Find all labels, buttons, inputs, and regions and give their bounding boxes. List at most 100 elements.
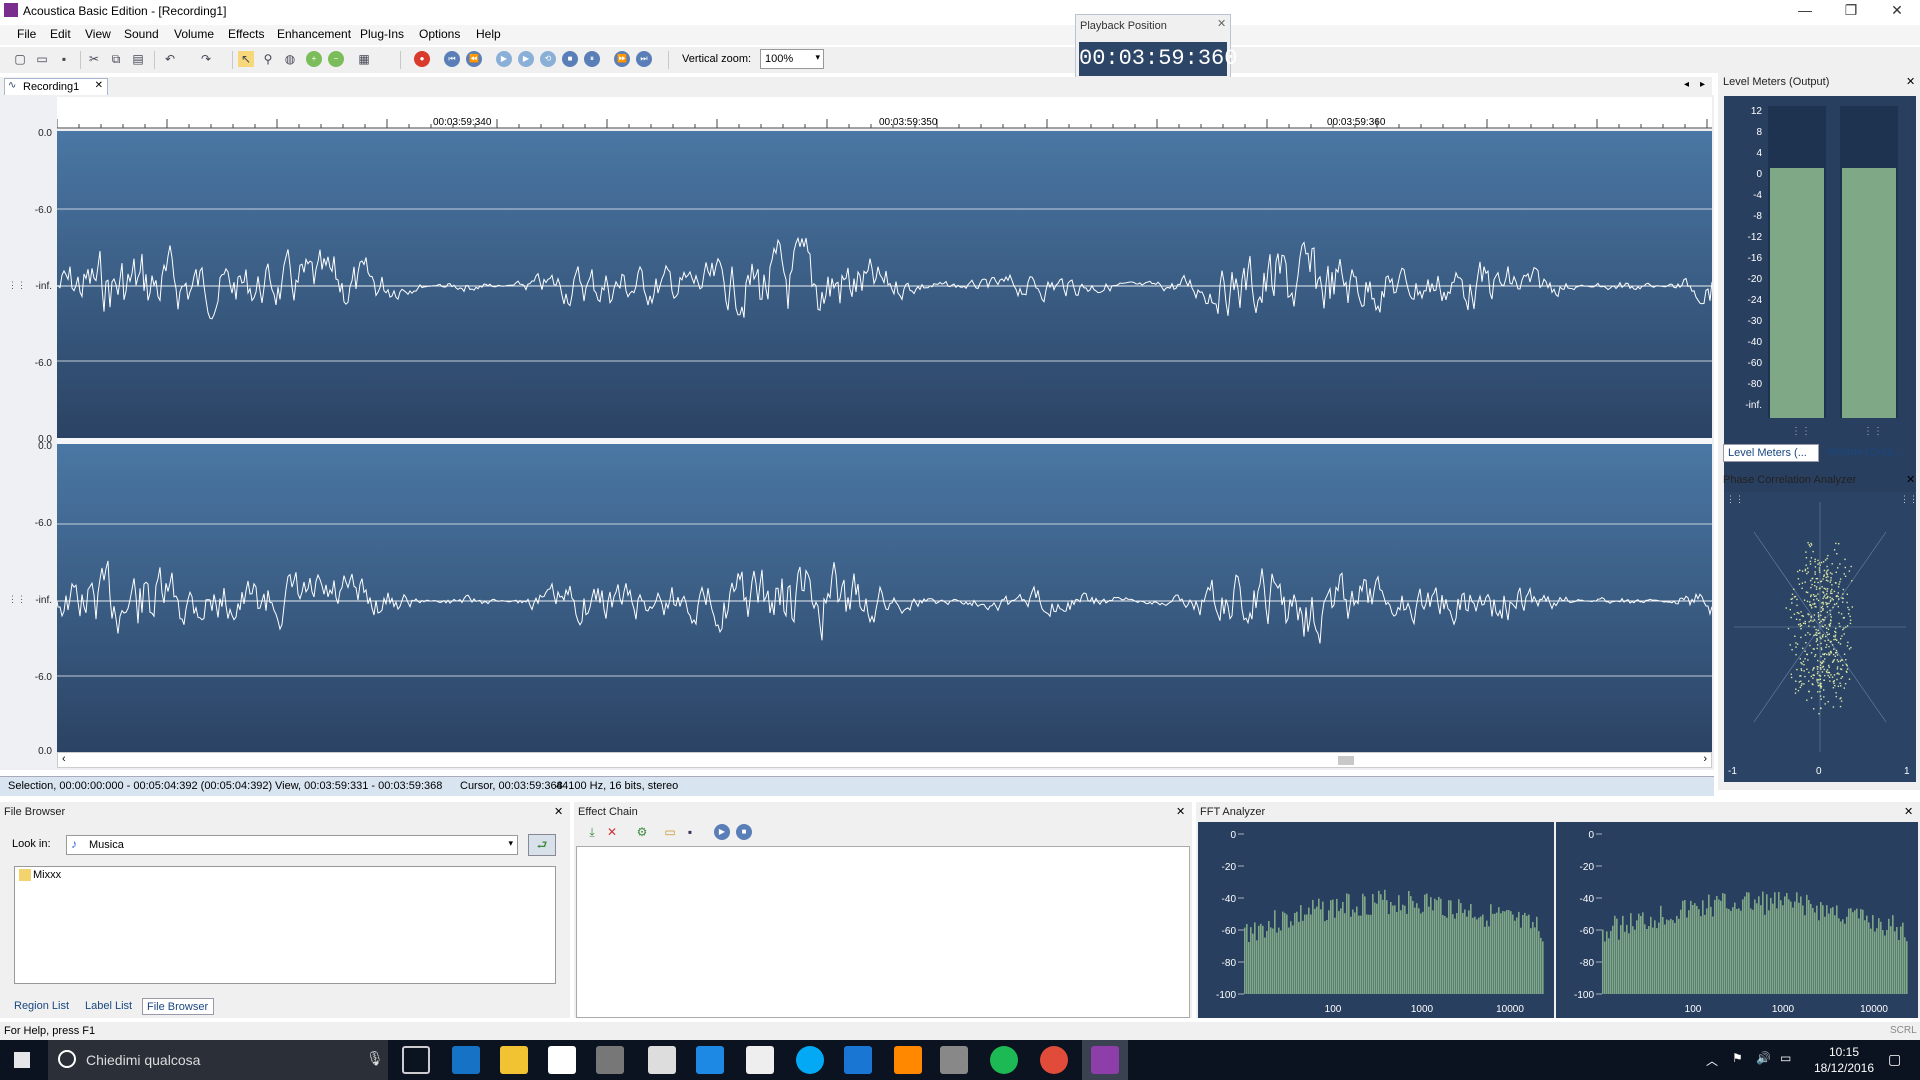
effect-settings-icon[interactable]: ⚙ xyxy=(634,824,650,840)
play-preview-icon[interactable]: ▶ xyxy=(714,824,730,840)
grid-view-icon[interactable]: ▦ xyxy=(356,51,372,67)
tray-network-icon[interactable]: ⚑ xyxy=(1732,1051,1743,1065)
record-icon[interactable]: ● xyxy=(414,51,430,67)
edge-browser-icon[interactable] xyxy=(452,1046,480,1074)
close-icon[interactable]: ✕ xyxy=(1217,17,1226,30)
go-to-end-icon[interactable]: ⏭ xyxy=(636,51,652,67)
microphone-icon[interactable]: 🎙 xyxy=(366,1050,384,1067)
right-meter-handle-icon[interactable]: ⋮⋮ xyxy=(1863,426,1883,437)
look-in-select[interactable]: ♪ Musica ▾ xyxy=(66,835,518,855)
windows-start-icon[interactable] xyxy=(14,1052,30,1068)
acoustica-taskbar-button[interactable] xyxy=(1082,1040,1128,1080)
menu-help[interactable]: Help xyxy=(476,27,501,41)
channel1-handle-icon[interactable]: ⋮⋮ xyxy=(8,280,26,291)
close-tab-icon[interactable]: ✕ xyxy=(95,80,103,91)
waveform-channel-right[interactable] xyxy=(57,444,1712,752)
fast-forward-icon[interactable]: ⏩ xyxy=(614,51,630,67)
redo-icon[interactable]: ↷ xyxy=(198,51,214,67)
close-icon[interactable]: ✕ xyxy=(1904,805,1913,818)
notification-center-icon[interactable]: ▢ xyxy=(1888,1051,1901,1068)
scroll-right-arrow-icon[interactable]: › xyxy=(1703,753,1707,765)
file-explorer-icon[interactable] xyxy=(500,1046,528,1074)
dropbox-icon[interactable] xyxy=(696,1046,724,1074)
tab-file-browser[interactable]: File Browser xyxy=(142,998,214,1015)
menu-edit[interactable]: Edit xyxy=(50,27,71,41)
task-view-icon[interactable] xyxy=(402,1046,430,1074)
maximize-button[interactable]: ❐ xyxy=(1828,0,1874,22)
minimize-button[interactable]: — xyxy=(1782,0,1828,22)
phase-handle-icon[interactable]: ⋮⋮ xyxy=(1726,494,1744,505)
tab-label-list[interactable]: Label List xyxy=(85,1000,132,1012)
loop-icon[interactable]: ⟲ xyxy=(540,51,556,67)
close-button[interactable]: ✕ xyxy=(1874,0,1920,22)
scroll-right-icon[interactable]: ▸ xyxy=(1700,79,1705,90)
zoom-tool-icon[interactable]: ⚲ xyxy=(260,51,276,67)
tab-region-list[interactable]: Region List xyxy=(14,1000,69,1012)
copy-icon[interactable]: ⧉ xyxy=(108,51,124,67)
phase-handle-icon[interactable]: ⋮⋮ xyxy=(1900,494,1918,505)
menu-enhancement[interactable]: Enhancement xyxy=(277,27,351,41)
save-icon[interactable]: ▪ xyxy=(56,51,72,67)
scrub-tool-icon[interactable]: ◍ xyxy=(282,51,298,67)
file-list-item[interactable]: Mixxx xyxy=(33,869,61,881)
scroll-left-arrow-icon[interactable]: ‹ xyxy=(62,753,66,765)
cut-icon[interactable]: ✂ xyxy=(86,51,102,67)
remove-effect-icon[interactable]: ✕ xyxy=(604,824,620,840)
paste-icon[interactable]: ▤ xyxy=(130,51,146,67)
pause-icon[interactable]: ⏸ xyxy=(584,51,600,67)
menu-file[interactable]: File xyxy=(17,27,36,41)
scroll-left-icon[interactable]: ◂ xyxy=(1684,79,1689,90)
chrome-icon[interactable] xyxy=(1040,1046,1068,1074)
close-icon[interactable]: ✕ xyxy=(1176,805,1185,818)
speaker-app-icon[interactable] xyxy=(940,1046,968,1074)
file-list[interactable]: Mixxx xyxy=(14,866,556,984)
close-icon[interactable]: ✕ xyxy=(1906,473,1915,486)
menu-volume[interactable]: Volume xyxy=(174,27,214,41)
open-folder-icon[interactable]: ▭ xyxy=(34,51,50,67)
tray-wifi-icon[interactable]: ▭ xyxy=(1780,1051,1791,1065)
menu-plug-ins[interactable]: Plug-Ins xyxy=(360,27,404,41)
select-tool-icon[interactable]: ↖ xyxy=(238,51,254,67)
clock-date[interactable]: 18/12/2016 xyxy=(1812,1061,1876,1075)
stop-preview-icon[interactable]: ■ xyxy=(736,824,752,840)
tab-volume-output[interactable]: Volume (Outp... xyxy=(1822,444,1916,462)
spotify-icon[interactable] xyxy=(990,1046,1018,1074)
tray-chevron-up-icon[interactable]: ︿ xyxy=(1706,1052,1718,1069)
horizontal-scrollbar[interactable]: ‹ › xyxy=(57,752,1712,768)
undo-icon[interactable]: ↶ xyxy=(162,51,178,67)
left-meter-handle-icon[interactable]: ⋮⋮ xyxy=(1791,426,1811,437)
menu-options[interactable]: Options xyxy=(419,27,460,41)
play-selection-icon[interactable]: ▶ xyxy=(518,51,534,67)
effect-chain-list[interactable] xyxy=(576,846,1190,1018)
new-file-icon[interactable]: ▢ xyxy=(12,51,28,67)
play-icon[interactable]: ▶ xyxy=(496,51,512,67)
calculator-icon[interactable] xyxy=(648,1046,676,1074)
tab-recording1[interactable]: ∿ Recording1 ✕ xyxy=(4,78,108,95)
zoom-out-icon[interactable]: − xyxy=(328,51,344,67)
go-to-start-icon[interactable]: ⏮ xyxy=(444,51,460,67)
menu-view[interactable]: View xyxy=(85,27,111,41)
tab-level-meters[interactable]: Level Meters (... xyxy=(1723,444,1819,462)
save-chain-icon[interactable]: ▪ xyxy=(682,824,698,840)
menu-sound[interactable]: Sound xyxy=(124,27,159,41)
go-up-folder-button[interactable]: ⮐ xyxy=(528,834,556,856)
zoom-in-icon[interactable]: + xyxy=(306,51,322,67)
tray-volume-icon[interactable]: 🔊 xyxy=(1756,1051,1771,1065)
store-icon[interactable] xyxy=(548,1046,576,1074)
teamviewer-icon[interactable] xyxy=(844,1046,872,1074)
menu-effects[interactable]: Effects xyxy=(228,27,264,41)
clock-time[interactable]: 10:15 xyxy=(1812,1045,1876,1059)
rewind-icon[interactable]: ⏪ xyxy=(466,51,482,67)
open-chain-icon[interactable]: ▭ xyxy=(662,824,678,840)
webcam-icon[interactable] xyxy=(596,1046,624,1074)
scrollbar-thumb[interactable] xyxy=(1338,756,1354,765)
waveform-channel-left[interactable] xyxy=(57,131,1712,438)
stop-icon[interactable]: ■ xyxy=(562,51,578,67)
close-icon[interactable]: ✕ xyxy=(1906,75,1915,88)
taskbar-search-box[interactable]: Chiedimi qualcosa 🎙 xyxy=(48,1040,388,1080)
add-effect-icon[interactable]: ⤓ xyxy=(584,824,600,840)
skype-icon[interactable] xyxy=(796,1046,824,1074)
close-icon[interactable]: ✕ xyxy=(554,805,563,818)
channel2-handle-icon[interactable]: ⋮⋮ xyxy=(8,594,26,605)
document-icon[interactable] xyxy=(746,1046,774,1074)
